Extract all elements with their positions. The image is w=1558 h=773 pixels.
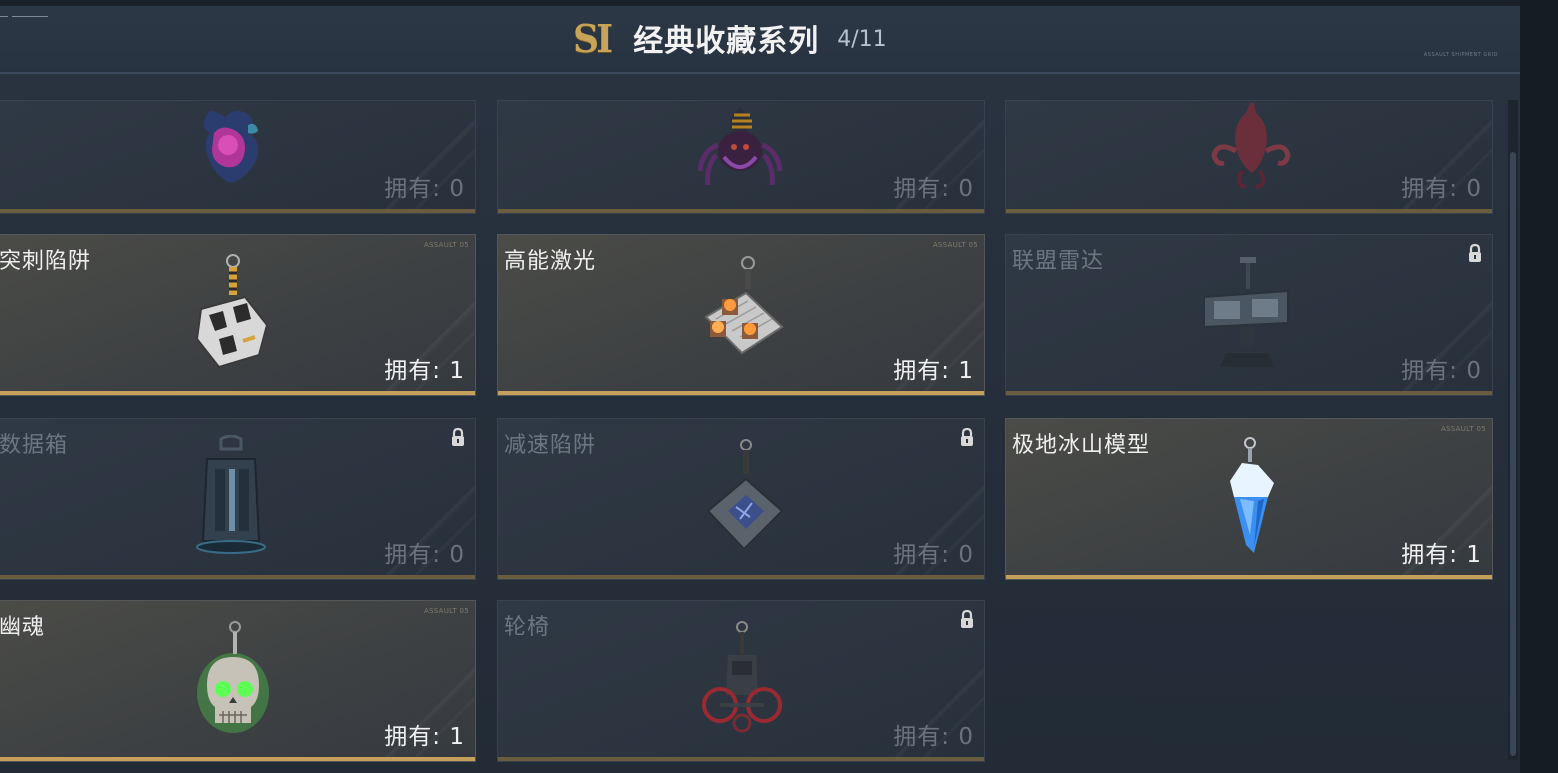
collection-card[interactable]: 联盟雷达 拥有: 0 [1005, 234, 1493, 396]
collection-card[interactable]: ASSAULT 05 高能激光 拥有: 1 [497, 234, 985, 396]
owned-count: 拥有: 1 [384, 358, 465, 384]
progress-bar [498, 391, 984, 395]
progress-bar [0, 391, 475, 395]
card-name: 幽魂 [0, 615, 46, 640]
lock-icon [961, 609, 973, 628]
card-name: 轮椅 [504, 615, 551, 640]
card-code: ASSAULT 05 [423, 241, 469, 249]
collection-card[interactable]: 轮椅 拥有: 0 [497, 600, 985, 762]
skull-ghost-charm-icon [197, 621, 269, 733]
laser-charm-icon [704, 256, 784, 355]
card-name: 高能激光 [504, 249, 597, 274]
radar-charm-icon [1203, 257, 1289, 367]
lock-icon [452, 427, 464, 446]
owned-count: 拥有: 0 [384, 176, 465, 202]
lock-icon [1469, 243, 1481, 262]
spider-creature-charm-icon [697, 107, 783, 186]
card-code: ASSAULT 05 [423, 607, 469, 615]
progress-bar [0, 575, 475, 579]
owned-count: 拥有: 1 [893, 358, 974, 384]
header-bar: SI 经典收藏系列 4/11 ASSAULT SHIPMENT GRID [0, 0, 1520, 74]
title-group: SI 经典收藏系列 4/11 [572, 15, 887, 61]
collection-card[interactable]: ASSAULT 05 突刺陷阱 拥有: 1 [0, 234, 476, 396]
purple-creature-charm-icon [203, 110, 258, 183]
card-name: 数据箱 [0, 433, 69, 458]
collection-card[interactable]: 拥有: 0 [0, 100, 476, 214]
progress-bar [498, 209, 984, 213]
owned-count: 拥有: 1 [1401, 542, 1482, 568]
owned-count: 拥有: 0 [384, 542, 465, 568]
outer-frame [1520, 0, 1558, 773]
owned-count: 拥有: 0 [893, 542, 974, 568]
wheelchair-charm-icon [702, 621, 782, 733]
owned-count: 拥有: 0 [893, 724, 974, 750]
top-strip [0, 0, 1520, 6]
season-badge: SI [572, 15, 613, 61]
card-name: 联盟雷达 [1012, 249, 1105, 274]
card-code: ASSAULT 05 [932, 241, 978, 249]
owned-count: 拥有: 0 [1401, 358, 1482, 384]
header-fine-print: ASSAULT SHIPMENT GRID [1423, 52, 1498, 58]
slow-trap-charm-icon [706, 439, 784, 551]
spike-trap-charm-icon [195, 254, 269, 369]
owned-count: 拥有: 0 [893, 176, 974, 202]
card-name: 极地冰山模型 [1012, 433, 1151, 458]
collection-card[interactable]: ASSAULT 05 幽魂 拥有: 1 [0, 600, 476, 762]
collection-card[interactable]: 减速陷阱 拥有: 0 [497, 418, 985, 580]
progress-bar [1006, 391, 1492, 395]
collection-card[interactable]: 拥有: 0 [1005, 100, 1493, 214]
data-box-charm-icon [196, 435, 266, 554]
progress-bar [1006, 209, 1492, 213]
progress-bar [498, 575, 984, 579]
owned-count: 拥有: 1 [384, 724, 465, 750]
progress-bar [0, 757, 475, 761]
collection-card[interactable]: ASSAULT 05 极地冰山模型 拥有: 1 [1005, 418, 1493, 580]
lock-icon [961, 427, 973, 446]
progress-bar [498, 757, 984, 761]
scrollbar-thumb[interactable] [1510, 152, 1516, 756]
collection-card[interactable]: 拥有: 0 [497, 100, 985, 214]
card-name: 突刺陷阱 [0, 249, 92, 274]
scrollbar[interactable] [1508, 100, 1518, 760]
progress-bar [0, 209, 475, 213]
card-name: 减速陷阱 [504, 433, 597, 458]
owned-count: 拥有: 0 [1401, 176, 1482, 202]
card-code: ASSAULT 05 [1440, 425, 1486, 433]
series-title: 经典收藏系列 [633, 24, 820, 59]
progress-bar [1006, 575, 1492, 579]
iceberg-charm-icon [1230, 437, 1274, 553]
collection-count: 4/11 [837, 26, 887, 52]
tentacle-creature-charm-icon [1211, 103, 1291, 189]
corner-decoration [0, 16, 48, 20]
collection-card[interactable]: 数据箱 拥有: 0 [0, 418, 476, 580]
